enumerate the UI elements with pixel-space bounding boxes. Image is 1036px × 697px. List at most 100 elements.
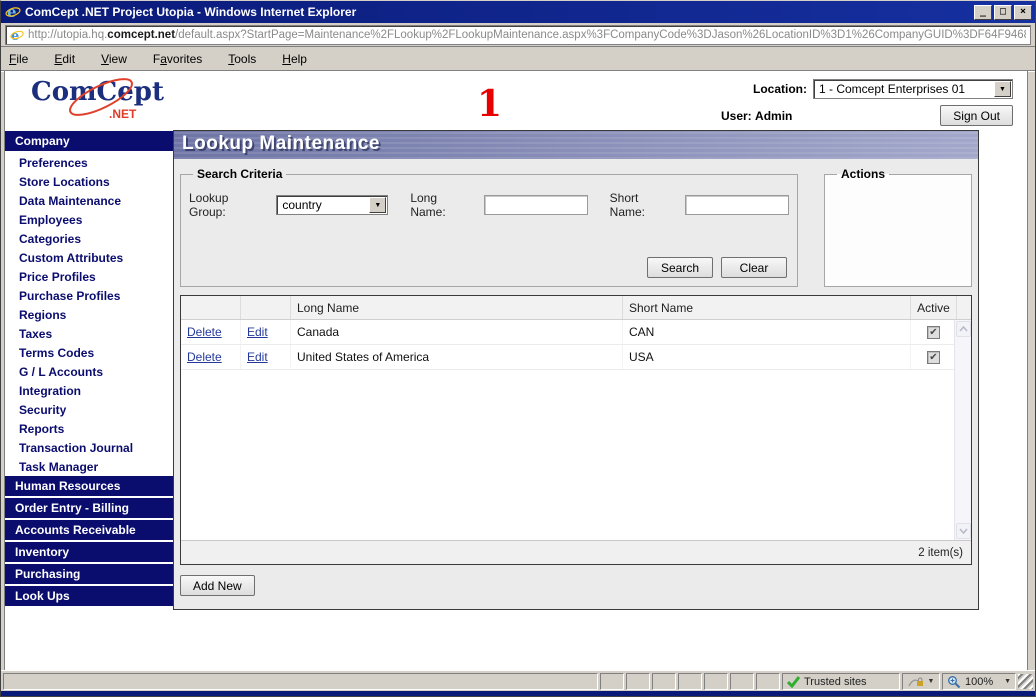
menu-file[interactable]: File (9, 52, 28, 66)
sidebar-item-preferences[interactable]: Preferences (5, 153, 173, 172)
sidebar-item-data-maintenance[interactable]: Data Maintenance (5, 191, 173, 210)
status-panel-empty (730, 673, 754, 690)
sidebar-item-task-manager[interactable]: Task Manager (5, 457, 173, 476)
sidebar-item-accounts-receivable[interactable]: Accounts Receivable (5, 520, 173, 542)
status-panel-empty (756, 673, 780, 690)
sidebar-item-transaction-journal[interactable]: Transaction Journal (5, 438, 173, 457)
browser-window: e ComCept .NET Project Utopia - Windows … (0, 0, 1036, 697)
ie-logo-icon: e (5, 4, 21, 20)
clear-button[interactable]: Clear (721, 257, 787, 278)
page-header: ComCept .NET 1 Location: 1 - Comcept Ent… (5, 71, 1027, 130)
user-label: User: Admin (721, 109, 792, 123)
long-name-label: Long Name: (410, 191, 475, 219)
column-header-blank-1 (241, 296, 291, 319)
column-header-blank-0 (181, 296, 241, 319)
sidebar-item-reports[interactable]: Reports (5, 419, 173, 438)
maximize-button[interactable]: □ (994, 5, 1012, 20)
menu-view[interactable]: View (101, 52, 127, 66)
trusted-sites-label: Trusted sites (804, 676, 867, 688)
sidebar-item-custom-attributes[interactable]: Custom Attributes (5, 248, 173, 267)
delete-link[interactable]: Delete (187, 350, 222, 364)
page-viewport: ComCept .NET 1 Location: 1 - Comcept Ent… (4, 71, 1028, 670)
long-name-input[interactable] (484, 195, 588, 215)
sidebar-item-categories[interactable]: Categories (5, 229, 173, 248)
logo-text: ComCept (31, 77, 164, 107)
sidebar-item-security[interactable]: Security (5, 400, 173, 419)
location-select[interactable]: 1 - Comcept Enterprises 01 ▼ (813, 79, 1013, 99)
security-zone-panel: Trusted sites (782, 673, 900, 690)
scroll-down-icon[interactable] (956, 523, 971, 539)
sidebar-item-human-resources[interactable]: Human Resources (5, 476, 173, 498)
column-header-short-name: Short Name (623, 296, 911, 319)
table-body: DeleteEditCanadaCAN✔DeleteEditUnited Sta… (181, 320, 971, 540)
sidebar-nav: CompanyPreferencesStore LocationsData Ma… (5, 130, 173, 670)
chevron-down-icon[interactable]: ▼ (369, 197, 386, 213)
scroll-up-icon[interactable] (956, 321, 971, 337)
lookup-table: Long NameShort NameActive DeleteEditCana… (180, 295, 972, 565)
lock-icon (908, 676, 924, 688)
url-text: http://utopia.hq.comcept.net/default.asp… (28, 29, 1026, 41)
chevron-down-icon[interactable]: ▼ (1004, 678, 1011, 685)
actions-legend: Actions (837, 167, 889, 181)
window-bottom-edge (1, 691, 1035, 696)
search-criteria-fieldset: Search Criteria Lookup Group: country ▼ … (180, 167, 798, 287)
sign-out-button[interactable]: Sign Out (940, 105, 1013, 126)
close-button[interactable]: × (1014, 5, 1032, 20)
status-panel-empty (678, 673, 702, 690)
active-checkbox: ✔ (927, 326, 940, 339)
sidebar-item-price-profiles[interactable]: Price Profiles (5, 267, 173, 286)
column-header-long-name: Long Name (291, 296, 623, 319)
protected-mode-panel[interactable]: ▼ (902, 673, 940, 690)
menu-bar: File Edit View Favorites Tools Help (1, 47, 1035, 71)
edit-link[interactable]: Edit (247, 350, 268, 364)
short-name-label: Short Name: (610, 191, 677, 219)
window-title: ComCept .NET Project Utopia - Windows In… (25, 5, 974, 19)
chevron-down-icon[interactable]: ▼ (994, 81, 1011, 97)
vertical-scrollbar[interactable] (954, 320, 971, 540)
menu-favorites[interactable]: Favorites (153, 52, 202, 66)
sidebar-item-company[interactable]: Company (5, 131, 173, 153)
sidebar-item-g-l-accounts[interactable]: G / L Accounts (5, 362, 173, 381)
sidebar-item-terms-codes[interactable]: Terms Codes (5, 343, 173, 362)
sidebar-item-store-locations[interactable]: Store Locations (5, 172, 173, 191)
address-input[interactable]: e http://utopia.hq.comcept.net/default.a… (5, 25, 1031, 45)
chevron-down-icon[interactable]: ▼ (928, 678, 935, 685)
minimize-button[interactable]: _ (974, 5, 992, 20)
menu-tools[interactable]: Tools (228, 52, 256, 66)
sidebar-item-purchasing[interactable]: Purchasing (5, 564, 173, 586)
edit-link[interactable]: Edit (247, 325, 268, 339)
zoom-panel[interactable]: 100% ▼ (942, 673, 1016, 690)
actions-fieldset: Actions (824, 167, 972, 287)
zoom-level: 100% (965, 676, 993, 688)
logo-net-text: .NET (109, 107, 136, 121)
delete-link[interactable]: Delete (187, 325, 222, 339)
annotation-marker: 1 (477, 83, 502, 125)
search-criteria-legend: Search Criteria (193, 167, 286, 181)
status-panel-empty (626, 673, 650, 690)
table-row: DeleteEditUnited States of AmericaUSA✔ (181, 345, 971, 370)
sidebar-item-employees[interactable]: Employees (5, 210, 173, 229)
resize-grip[interactable] (1018, 674, 1033, 689)
sidebar-item-regions[interactable]: Regions (5, 305, 173, 324)
sidebar-item-inventory[interactable]: Inventory (5, 542, 173, 564)
zoom-magnifier-icon (947, 675, 961, 689)
sidebar-item-look-ups[interactable]: Look Ups (5, 586, 173, 608)
active-checkbox: ✔ (927, 351, 940, 364)
menu-edit[interactable]: Edit (54, 52, 75, 66)
page-ie-icon: e (10, 28, 24, 42)
table-header-row: Long NameShort NameActive (181, 296, 971, 320)
table-row: DeleteEditCanadaCAN✔ (181, 320, 971, 345)
short-name-input[interactable] (685, 195, 789, 215)
search-button[interactable]: Search (647, 257, 713, 278)
sidebar-item-purchase-profiles[interactable]: Purchase Profiles (5, 286, 173, 305)
sidebar-item-taxes[interactable]: Taxes (5, 324, 173, 343)
status-panel-empty (704, 673, 728, 690)
lookup-group-select[interactable]: country ▼ (276, 195, 388, 215)
location-label: Location: (753, 82, 807, 96)
sidebar-item-integration[interactable]: Integration (5, 381, 173, 400)
menu-help[interactable]: Help (282, 52, 307, 66)
comcept-logo: ComCept .NET (31, 77, 171, 125)
sidebar-item-order-entry-billing[interactable]: Order Entry - Billing (5, 498, 173, 520)
address-bar: e http://utopia.hq.comcept.net/default.a… (1, 23, 1035, 47)
add-new-button[interactable]: Add New (180, 575, 255, 596)
